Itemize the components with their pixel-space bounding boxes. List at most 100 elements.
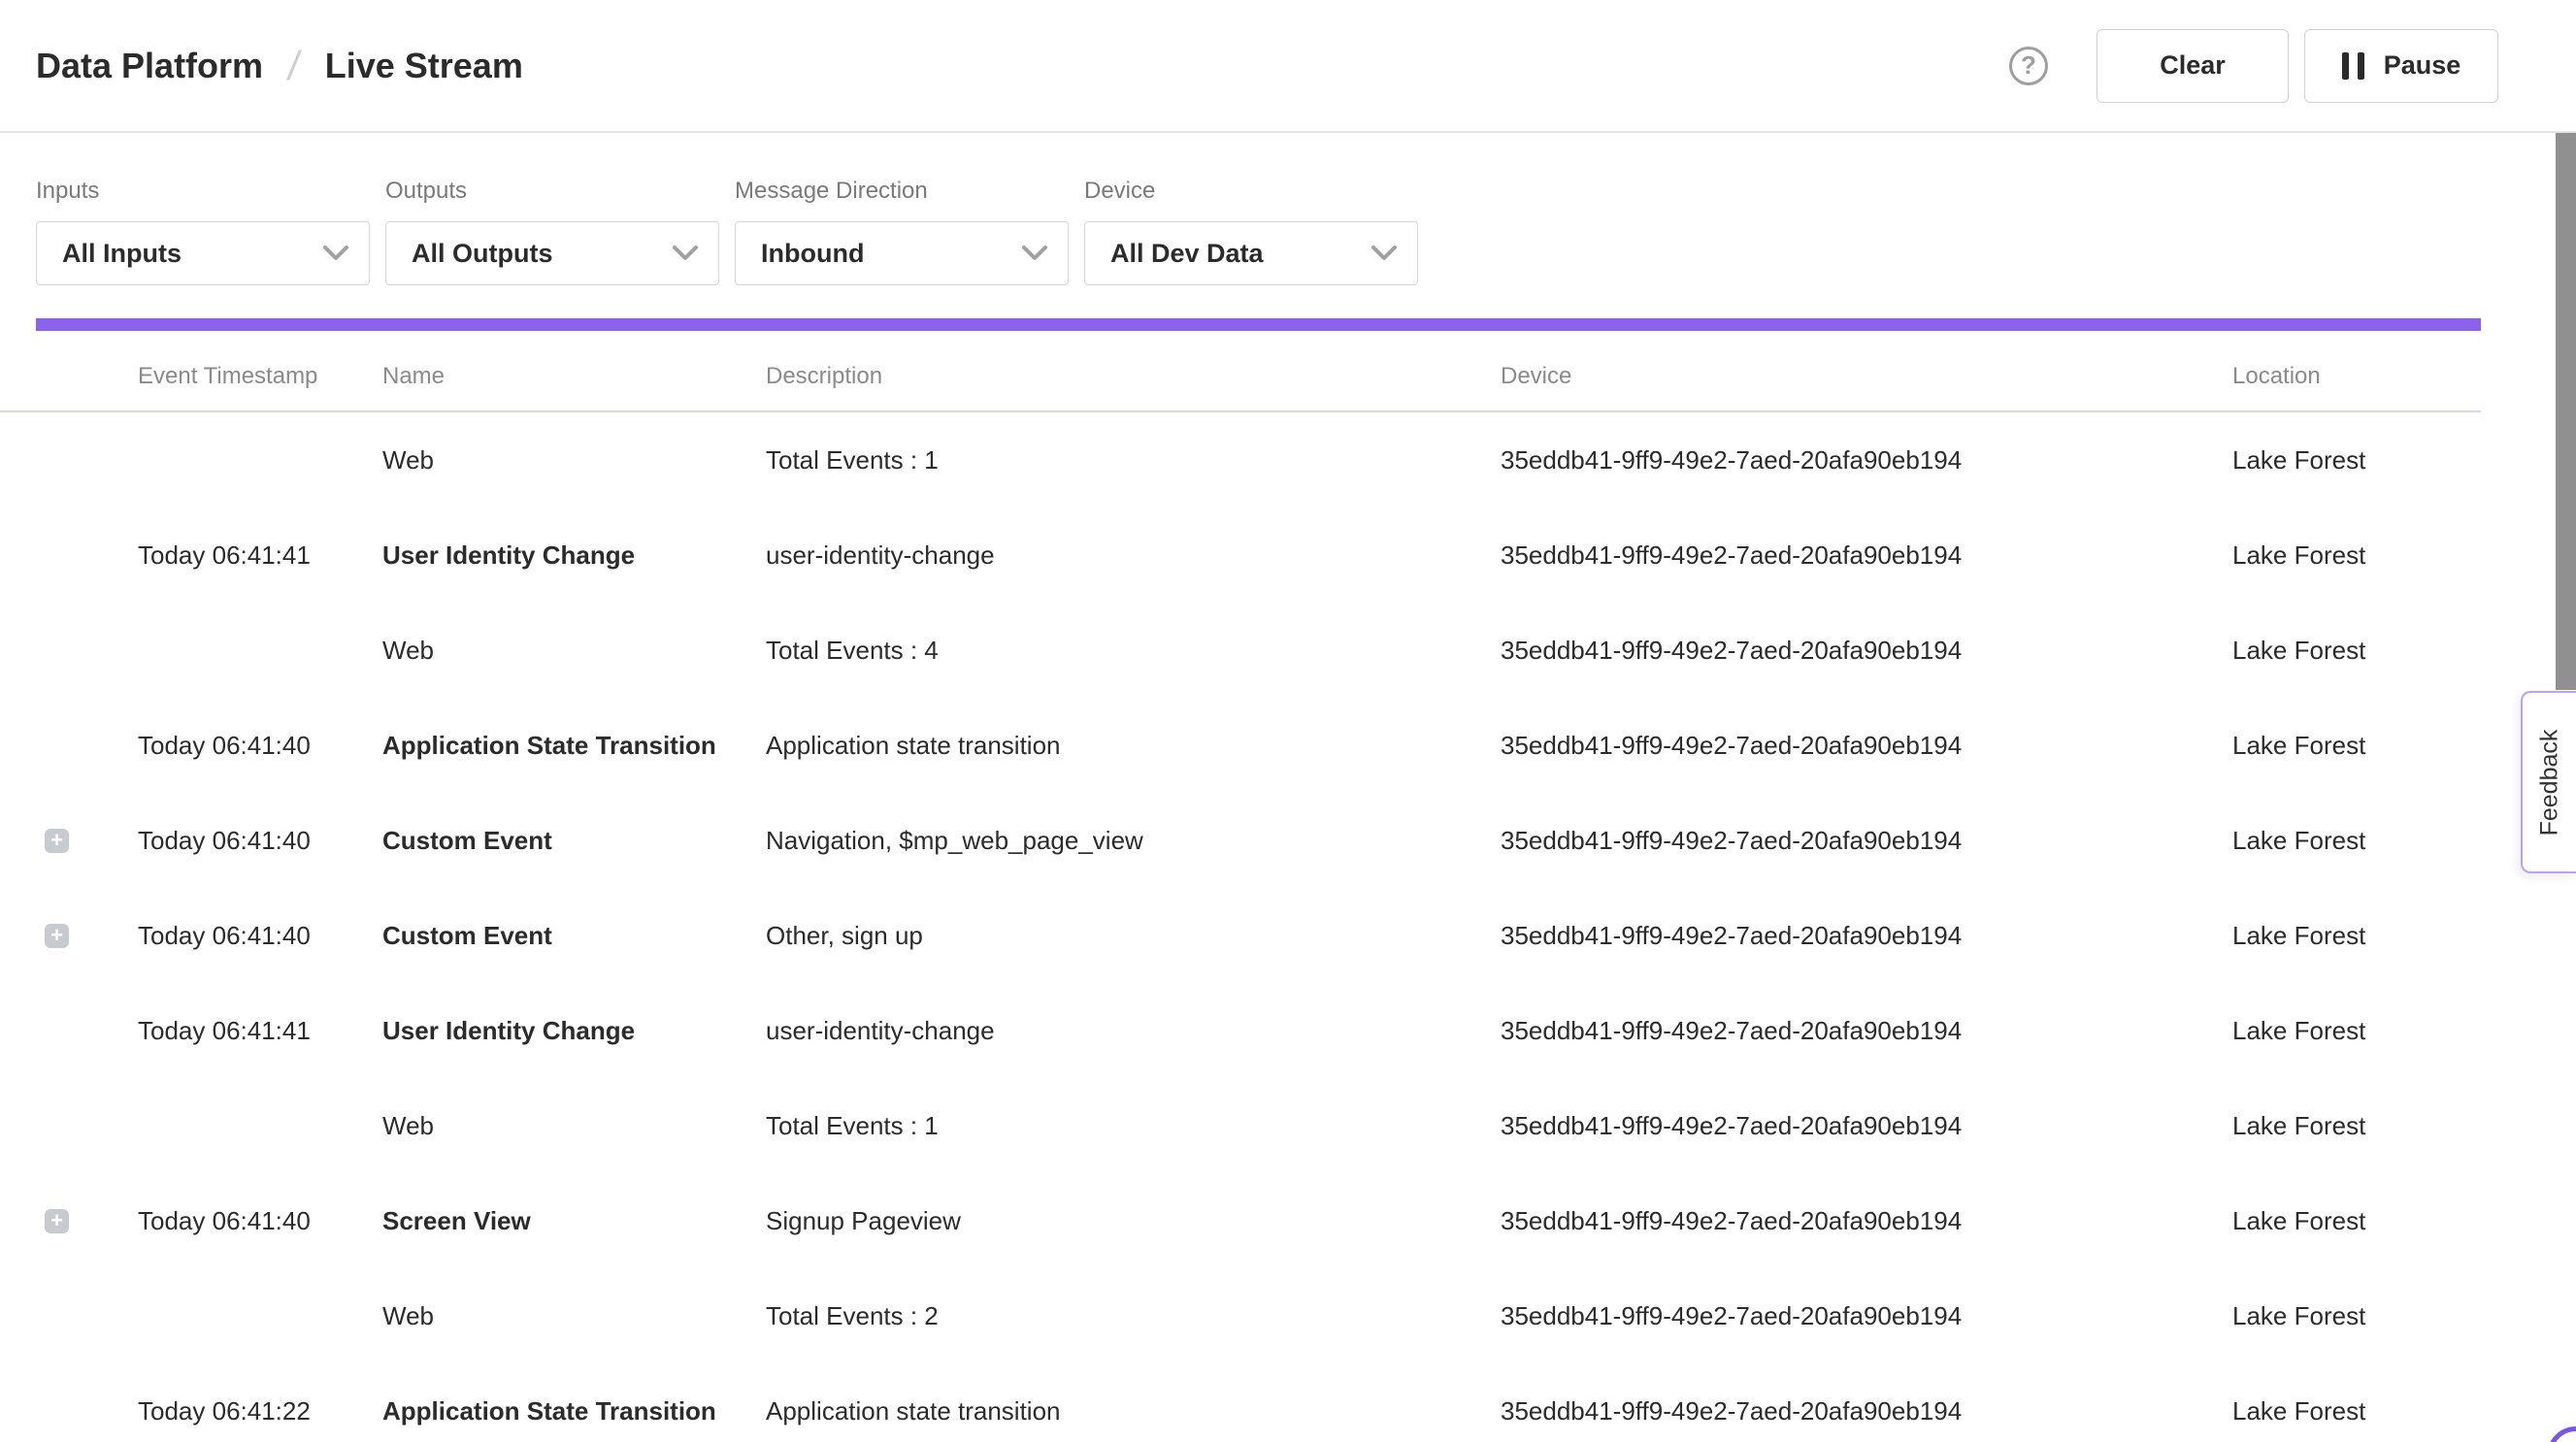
breadcrumb: Data Platform / Live Stream [36,0,523,131]
table-row[interactable]: Today 06:41:22Application State Transiti… [0,1363,2481,1442]
vertical-scrollbar-thumb[interactable] [2556,133,2576,690]
table-row[interactable]: Today 06:41:41User Identity Changeuser-i… [0,983,2481,1078]
event-location: Lake Forest [2232,1396,2481,1426]
chevron-down-icon [672,245,699,262]
column-header-name: Name [382,363,766,390]
feedback-tab-label: Feedback [2535,729,2563,836]
event-location: Lake Forest [2232,826,2481,856]
event-name: User Identity Change [382,541,766,571]
inputs-select[interactable]: All Inputs [36,221,370,285]
filter-inputs: Inputs All Inputs [36,178,370,285]
event-location: Lake Forest [2232,731,2481,761]
table-row[interactable]: + Today 06:41:40Custom EventNavigation, $… [0,793,2481,888]
table-row[interactable]: WebTotal Events : 135eddb41-9ff9-49e2-7a… [0,1078,2481,1173]
plus-icon[interactable]: + [45,924,69,948]
chevron-down-icon [1021,245,1048,262]
event-table: Event Timestamp Name Description Device … [0,331,2481,1442]
table-row[interactable]: WebTotal Events : 435eddb41-9ff9-49e2-7a… [0,603,2481,698]
event-location: Lake Forest [2232,1206,2481,1236]
inputs-select-value: All Inputs [62,239,182,269]
table-row[interactable]: WebTotal Events : 135eddb41-9ff9-49e2-7a… [0,412,2481,508]
filter-message-direction: Message Direction Inbound [735,178,1069,285]
plus-icon[interactable]: + [45,1209,69,1233]
event-timestamp: Today 06:41:40 [138,731,382,761]
column-header-location: Location [2232,363,2481,390]
event-name: Web [382,445,766,475]
expand-cell: + [0,1209,138,1233]
column-header-event-timestamp: Event Timestamp [138,363,382,390]
table-row[interactable]: WebTotal Events : 235eddb41-9ff9-49e2-7a… [0,1268,2481,1363]
event-name: Web [382,1301,766,1331]
breadcrumb-data-platform[interactable]: Data Platform [36,46,263,86]
chevron-down-icon [1371,245,1398,262]
expand-cell: + [0,924,138,948]
pause-icon [2342,52,2364,80]
table-row[interactable]: Today 06:41:41User Identity Changeuser-i… [0,508,2481,603]
outputs-select[interactable]: All Outputs [385,221,719,285]
page-title: Live Stream [325,46,523,86]
filter-message-direction-label: Message Direction [735,178,1069,205]
feedback-tab[interactable]: Feedback [2521,691,2576,873]
event-description: Total Events : 1 [766,1111,1501,1141]
filter-device-label: Device [1084,178,1418,205]
app-header: Data Platform / Live Stream ? Clear Paus… [0,0,2576,133]
event-device: 35eddb41-9ff9-49e2-7aed-20afa90eb194 [1501,921,2232,951]
event-location: Lake Forest [2232,921,2481,951]
event-location: Lake Forest [2232,445,2481,475]
event-description: user-identity-change [766,1016,1501,1046]
event-location: Lake Forest [2232,1301,2481,1331]
message-direction-select-value: Inbound [761,239,864,269]
event-name: User Identity Change [382,1016,766,1046]
corner-widget-accent [2547,1426,2576,1442]
message-direction-select[interactable]: Inbound [735,221,1069,285]
event-device: 35eddb41-9ff9-49e2-7aed-20afa90eb194 [1501,636,2232,666]
chevron-down-icon [322,245,349,262]
event-description: Total Events : 1 [766,445,1501,475]
table-row[interactable]: + Today 06:41:40Screen ViewSignup Pagevie… [0,1173,2481,1268]
event-device: 35eddb41-9ff9-49e2-7aed-20afa90eb194 [1501,1206,2232,1236]
event-name: Web [382,636,766,666]
event-device: 35eddb41-9ff9-49e2-7aed-20afa90eb194 [1501,1396,2232,1426]
filter-inputs-label: Inputs [36,178,370,205]
event-timestamp: Today 06:41:40 [138,921,382,951]
help-icon[interactable]: ? [2009,47,2048,85]
event-name: Web [382,1111,766,1141]
device-select[interactable]: All Dev Data [1084,221,1418,285]
event-device: 35eddb41-9ff9-49e2-7aed-20afa90eb194 [1501,1016,2232,1046]
event-device: 35eddb41-9ff9-49e2-7aed-20afa90eb194 [1501,445,2232,475]
column-header-device: Device [1501,363,2232,390]
event-name: Application State Transition [382,1396,766,1426]
event-name: Custom Event [382,921,766,951]
event-description: user-identity-change [766,541,1501,571]
event-description: Signup Pageview [766,1206,1501,1236]
device-select-value: All Dev Data [1110,239,1264,269]
event-timestamp: Today 06:41:40 [138,826,382,856]
event-location: Lake Forest [2232,1111,2481,1141]
event-description: Application state transition [766,1396,1501,1426]
plus-icon[interactable]: + [45,829,69,853]
event-timestamp: Today 06:41:41 [138,1016,382,1046]
event-description: Navigation, $mp_web_page_view [766,826,1501,856]
event-name: Screen View [382,1206,766,1236]
event-location: Lake Forest [2232,541,2481,571]
pause-button[interactable]: Pause [2304,29,2498,103]
event-location: Lake Forest [2232,636,2481,666]
event-device: 35eddb41-9ff9-49e2-7aed-20afa90eb194 [1501,1301,2232,1331]
table-row[interactable]: Today 06:41:40Application State Transiti… [0,698,2481,793]
event-device: 35eddb41-9ff9-49e2-7aed-20afa90eb194 [1501,826,2232,856]
filter-outputs: Outputs All Outputs [385,178,719,285]
filter-device: Device All Dev Data [1084,178,1418,285]
clear-button[interactable]: Clear [2097,29,2289,103]
expand-cell: + [0,829,138,853]
event-timestamp: Today 06:41:40 [138,1206,382,1236]
table-row[interactable]: + Today 06:41:40Custom EventOther, sign u… [0,888,2481,983]
breadcrumb-separator: / [285,43,303,89]
pause-button-label: Pause [2384,50,2461,81]
event-description: Application state transition [766,731,1501,761]
event-description: Other, sign up [766,921,1501,951]
event-location: Lake Forest [2232,1016,2481,1046]
event-name: Custom Event [382,826,766,856]
event-device: 35eddb41-9ff9-49e2-7aed-20afa90eb194 [1501,731,2232,761]
column-header-description: Description [766,363,1501,390]
event-device: 35eddb41-9ff9-49e2-7aed-20afa90eb194 [1501,541,2232,571]
